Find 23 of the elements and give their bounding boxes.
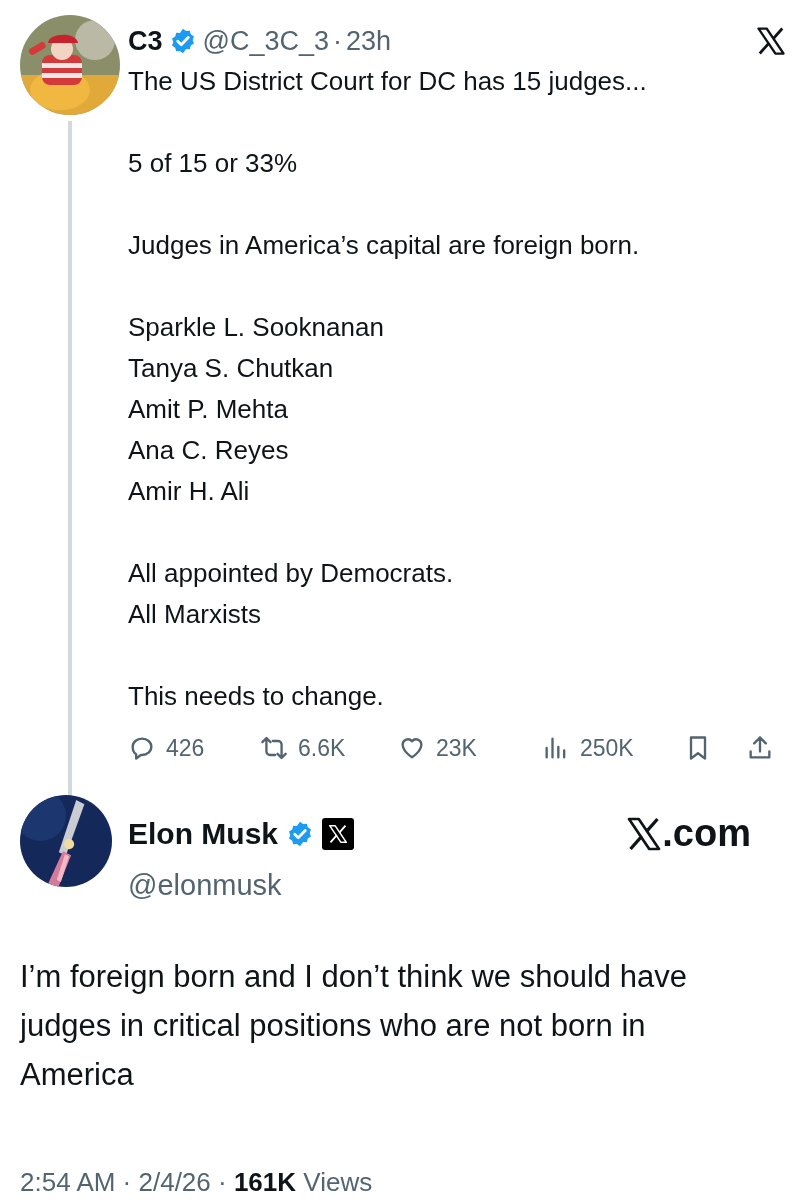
post-metadata: 2:54 AM · 2/4/26 · 161K Views	[19, 1165, 374, 1199]
post-text: 5 of 15 or 33%	[128, 147, 299, 180]
post-text: Sparkle L. Sooknanan Tanya S. Chutkan Amit P. Mehta Ana C. Reyes Amir H. Ali	[128, 311, 385, 508]
x-logo-icon	[756, 26, 786, 56]
author-handle: @elonmusk	[128, 868, 283, 903]
action-count: 426	[166, 734, 205, 763]
author-handle: @C_3C_3	[202, 24, 329, 58]
site-domain: .com	[662, 811, 751, 856]
separator-dot: ·	[333, 24, 342, 58]
x-logo-icon	[328, 823, 348, 844]
action-count: 6.6K	[298, 734, 346, 763]
post-text: The US District Court for DC has 15 judges...	[128, 65, 648, 98]
action-count: 23K	[436, 734, 477, 763]
post-time: 23h	[346, 24, 392, 58]
author-name: Elon Musk	[128, 816, 278, 852]
action-count: 250K	[580, 734, 634, 763]
verified-badge-icon	[286, 819, 314, 848]
post-text: Judges in America’s capital are foreign born.	[128, 229, 641, 262]
post-text: I’m foreign born and I don’t think we should have judges in critical positions who are not born in America	[18, 957, 688, 1094]
author-name: C3	[128, 24, 163, 58]
post-text: This needs to change.	[128, 680, 385, 713]
post-text: All appointed by Democrats. All Marxists	[128, 557, 455, 631]
x-logo-icon	[626, 815, 663, 852]
